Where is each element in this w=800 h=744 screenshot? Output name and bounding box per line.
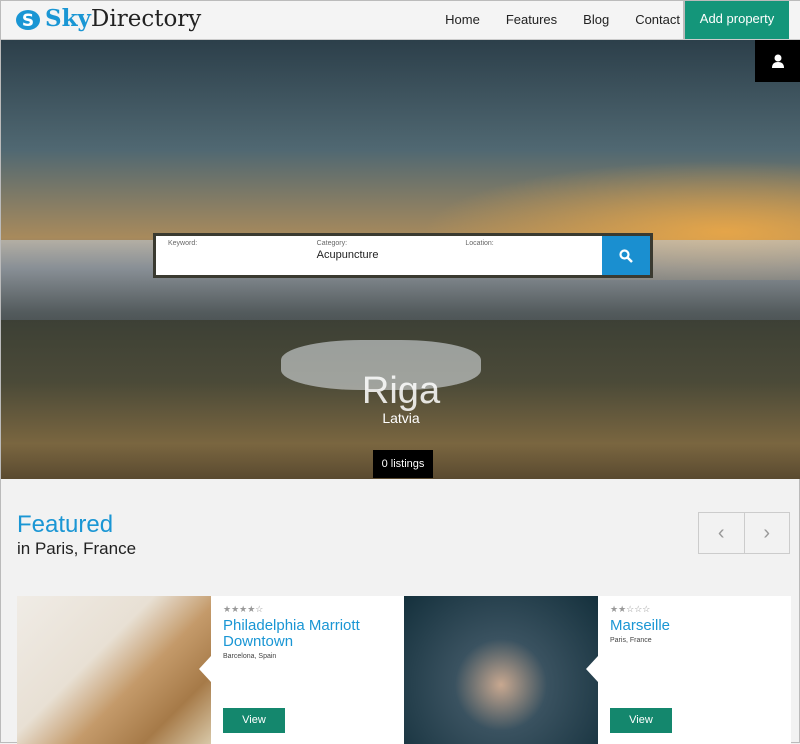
country-name: Latvia — [382, 410, 420, 426]
featured-subtitle: in Paris, France — [17, 539, 137, 558]
category-select[interactable]: Acupuncture — [317, 249, 442, 261]
main-nav: Home Features Blog Contact — [419, 1, 680, 38]
user-icon — [772, 54, 784, 68]
nav-home[interactable]: Home — [445, 12, 480, 27]
location-label: Location: — [465, 240, 494, 247]
header: S SkyDirectory Home Features Blog Contac… — [1, 1, 800, 40]
city-name: Riga — [361, 370, 441, 412]
location-field[interactable]: Location: — [453, 236, 602, 275]
add-property-button[interactable]: Add property — [683, 1, 789, 39]
category-field[interactable]: Category: Acupuncture — [305, 236, 454, 275]
keyword-label: Keyword: — [168, 240, 198, 247]
nav-contact[interactable]: Contact — [635, 12, 680, 27]
logo-text: SkyDirectory — [45, 5, 202, 32]
listing-image[interactable] — [404, 596, 598, 744]
hero-banner: Keyword: Category: Acupuncture Location: … — [1, 40, 800, 479]
listing-card: ★★★★☆ Philadelphia Marriott Downtown Bar… — [17, 596, 404, 744]
listing-card: ★★☆☆☆ Marseille Paris, France View — [404, 596, 791, 744]
listing-location: Paris, France — [610, 637, 652, 644]
user-login-button[interactable] — [755, 40, 800, 82]
rating-stars: ★★☆☆☆ — [610, 604, 651, 614]
cloud-logo-icon: S — [16, 9, 40, 31]
view-button[interactable]: View — [223, 708, 285, 733]
search-icon — [619, 248, 633, 263]
carousel-controls: ‹ › — [698, 512, 790, 554]
logo[interactable]: S SkyDirectory — [15, 5, 201, 32]
next-arrow-icon[interactable]: › — [745, 513, 790, 553]
nav-blog[interactable]: Blog — [583, 12, 609, 27]
search-bar: Keyword: Category: Acupuncture Location: — [153, 233, 653, 278]
category-label: Category: — [316, 240, 348, 247]
nav-features[interactable]: Features — [506, 12, 557, 27]
keyword-field[interactable]: Keyword: — [156, 236, 305, 275]
listing-title[interactable]: Marseille — [610, 618, 779, 634]
rating-stars: ★★★★☆ — [223, 604, 264, 614]
listing-location: Barcelona, Spain — [223, 653, 277, 660]
view-button[interactable]: View — [610, 708, 672, 733]
listing-title[interactable]: Philadelphia Marriott Downtown — [223, 618, 392, 650]
svg-text:S: S — [22, 11, 34, 31]
listings-count[interactable]: 0 listings — [373, 450, 433, 478]
featured-title: Featured — [17, 511, 114, 538]
search-button[interactable] — [602, 236, 651, 275]
prev-arrow-icon[interactable]: ‹ — [699, 513, 745, 553]
listing-image[interactable] — [17, 596, 211, 744]
